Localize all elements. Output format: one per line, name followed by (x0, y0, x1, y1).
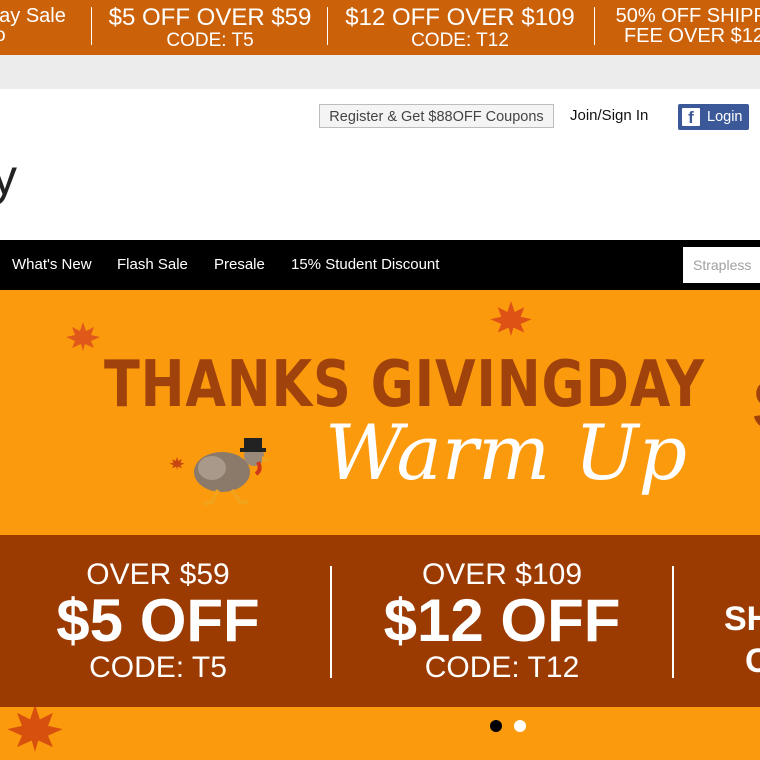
offer-block: OVER $109 $12 OFF CODE: T12 (352, 560, 652, 684)
search-input[interactable] (683, 247, 760, 283)
maple-leaf-icon (66, 322, 100, 351)
promo-segment[interactable]: ay Sale o (0, 0, 70, 55)
banner-script-text: Warm Up (325, 408, 688, 497)
promo-segment[interactable]: $5 OFF OVER $59 CODE: T5 (100, 0, 320, 55)
nav-item-whats-new[interactable]: What's New (12, 256, 92, 273)
offer-divider (672, 566, 674, 678)
promo-line1: $12 OFF OVER $109 (345, 4, 575, 31)
promo-divider (594, 7, 595, 45)
register-coupon-button[interactable]: Register & Get $88OFF Coupons (319, 104, 554, 128)
promo-divider (327, 7, 328, 45)
main-nav: What's New Flash Sale Presale 15% Studen… (0, 240, 760, 290)
offer-line1: OVER $59 (86, 558, 230, 591)
maple-leaf-icon (490, 301, 532, 337)
offer-line1: OVER $109 (421, 558, 583, 591)
promo-banner[interactable]: THANKS GIVINGDAY S Warm Up OVER $59 $5 O… (0, 290, 760, 760)
offer-line2: $12 OFF (383, 587, 621, 654)
promo-segment[interactable]: 50% OFF SHIPPI FEE OVER $12 (604, 0, 760, 55)
promo-line1: ay Sale (0, 5, 66, 27)
promo-strip[interactable]: ay Sale o $5 OFF OVER $59 CODE: T5 $12 O… (0, 0, 760, 55)
join-sign-in-link[interactable]: Join/Sign In (570, 107, 648, 124)
offer-partial-line1: SH (724, 600, 760, 638)
facebook-icon: f (682, 108, 700, 127)
banner-headline-peek: S (752, 365, 760, 445)
offer-line2: $5 OFF (56, 587, 260, 654)
top-gray-bar (0, 55, 760, 89)
offer-line3: CODE: T12 (424, 651, 580, 684)
offer-divider (330, 566, 332, 678)
promo-line2: o (0, 25, 6, 46)
nav-item-flash-sale[interactable]: Flash Sale (117, 256, 188, 273)
nav-item-student-discount[interactable]: 15% Student Discount (291, 256, 439, 273)
offer-block: OVER $59 $5 OFF CODE: T5 (8, 560, 308, 684)
promo-divider (91, 7, 92, 45)
site-logo[interactable]: y (0, 148, 17, 206)
maple-leaf-icon (7, 704, 63, 752)
promo-line2: CODE: T5 (166, 30, 254, 51)
promo-line2: CODE: T12 (411, 30, 509, 51)
turkey-icon (194, 438, 272, 506)
promo-segment[interactable]: $12 OFF OVER $109 CODE: T12 (336, 0, 584, 55)
promo-line1: 50% OFF SHIPPI (615, 5, 760, 27)
offer-partial-line2: C (745, 642, 760, 680)
nav-item-presale[interactable]: Presale (214, 256, 265, 273)
facebook-login-button[interactable]: f Login (678, 104, 749, 130)
promo-line2: FEE OVER $12 (623, 25, 760, 47)
carousel-dot-active[interactable] (490, 720, 502, 732)
offer-line3: CODE: T5 (89, 651, 227, 684)
promo-line1: $5 OFF OVER $59 (108, 4, 312, 31)
facebook-login-label: Login (707, 109, 743, 125)
carousel-dot[interactable] (514, 720, 526, 732)
